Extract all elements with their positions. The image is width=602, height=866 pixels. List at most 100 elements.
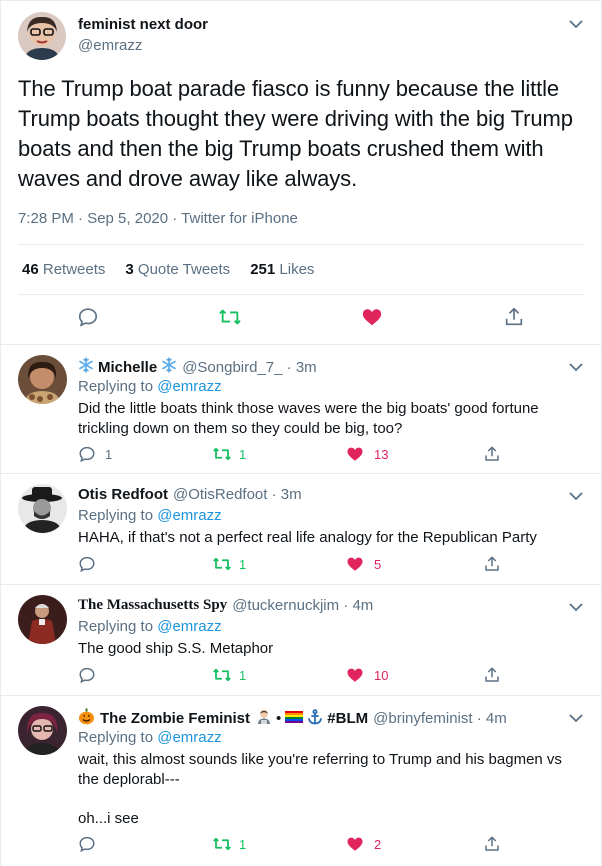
retweets-label: Retweets (42, 261, 106, 278)
avatar[interactable] (18, 595, 67, 644)
reply-text-line: wait, this almost sounds like you're ref… (78, 751, 562, 788)
reply-tweet[interactable]: Michelle @Songbird_7_ · 3m Replying to @… (0, 345, 602, 474)
share-icon[interactable] (483, 445, 501, 463)
reply-icon[interactable] (78, 445, 96, 463)
reply-header: The Zombie Feminist • #BLM @brinyfeminis… (78, 708, 507, 729)
share-icon[interactable] (483, 835, 501, 853)
share-icon[interactable] (503, 306, 525, 328)
quotes-count: 3 (125, 261, 134, 278)
snowflake-icon (161, 357, 177, 377)
main-tweet: feminist next door @emrazz The Trump boa… (0, 0, 602, 345)
replying-prefix: Replying to (78, 729, 154, 746)
quotes-stat[interactable]: 3 Quote Tweets (125, 261, 230, 278)
replying-prefix: Replying to (78, 378, 154, 395)
rainbow-flag-icon (285, 710, 304, 728)
reply-text: The good ship S.S. Metaphor (78, 640, 274, 657)
like-count: 13 (374, 447, 389, 462)
avatar[interactable] (18, 484, 67, 533)
reply-time[interactable]: · 4m (343, 597, 373, 614)
replying-to: Replying to @emrazz (78, 507, 222, 524)
reply-time[interactable]: · 4m (477, 710, 507, 727)
chevron-down-icon[interactable] (568, 488, 584, 504)
reply-author-handle[interactable]: @Songbird_7_ (182, 359, 282, 376)
tweet-text: The Trump boat parade fiasco is funny be… (18, 76, 573, 191)
replying-to-link[interactable]: @emrazz (157, 729, 221, 746)
pumpkin-icon (78, 708, 95, 729)
reply-author-name[interactable]: Otis Redfoot (78, 486, 168, 503)
replying-to-link[interactable]: @emrazz (157, 618, 221, 635)
like-count: 10 (374, 668, 389, 683)
retweet-icon[interactable] (212, 555, 231, 573)
author-name[interactable]: feminist next door (78, 16, 208, 33)
like-icon[interactable] (346, 555, 364, 573)
like-icon[interactable] (361, 306, 383, 328)
reply-text: Did the little boats think those waves w… (78, 400, 539, 437)
reply-text-line: oh...i see (78, 810, 139, 827)
snowflake-icon (78, 357, 94, 377)
reply-icon[interactable] (78, 555, 96, 573)
retweet-count: 1 (239, 447, 247, 462)
engagement-stats: 46 Retweets 3 Quote Tweets 251 Likes (22, 261, 314, 278)
divider (18, 294, 584, 295)
reply-actions: 1 10 (0, 666, 602, 688)
like-count: 5 (374, 557, 382, 572)
avatar[interactable] (18, 706, 67, 755)
retweet-icon[interactable] (218, 306, 241, 328)
like-icon[interactable] (346, 666, 364, 684)
reply-count: 1 (105, 447, 113, 462)
replying-prefix: Replying to (78, 507, 154, 524)
like-icon[interactable] (346, 445, 364, 463)
reply-icon[interactable] (77, 306, 99, 328)
chevron-down-icon[interactable] (568, 359, 584, 375)
reply-tweet[interactable]: The Massachusetts Spy @tuckernuckjim · 4… (0, 585, 602, 696)
reply-author-handle[interactable]: @OtisRedfoot (173, 486, 267, 503)
reply-icon[interactable] (78, 835, 96, 853)
reply-header: Michelle @Songbird_7_ · 3m (78, 357, 317, 377)
separator-dot: • (276, 710, 282, 727)
tweet-timestamp[interactable]: 7:28 PM · Sep 5, 2020 · Twitter for iPho… (18, 210, 298, 227)
retweet-icon[interactable] (212, 445, 231, 463)
like-count: 2 (374, 837, 382, 852)
reply-author-handle[interactable]: @brinyfeminist (373, 710, 472, 727)
replying-to: Replying to @emrazz (78, 618, 222, 635)
replying-prefix: Replying to (78, 618, 154, 635)
chevron-down-icon[interactable] (568, 710, 584, 726)
reply-tweet[interactable]: Otis Redfoot @OtisRedfoot · 3m Replying … (0, 474, 602, 585)
reply-author-name[interactable]: Michelle (98, 359, 157, 376)
likes-stat[interactable]: 251 Likes (250, 261, 314, 278)
replying-to: Replying to @emrazz (78, 729, 222, 746)
reply-header: Otis Redfoot @OtisRedfoot · 3m (78, 486, 302, 503)
retweets-stat[interactable]: 46 Retweets (22, 261, 105, 278)
avatar[interactable] (18, 355, 67, 404)
reply-text: HAHA, if that's not a perfect real life … (78, 529, 537, 546)
reply-tweet[interactable]: The Zombie Feminist • #BLM @brinyfeminis… (0, 696, 602, 866)
chevron-down-icon[interactable] (568, 16, 584, 32)
likes-label: Likes (279, 261, 315, 278)
share-icon[interactable] (483, 666, 501, 684)
retweets-count: 46 (22, 261, 39, 278)
likes-count: 251 (250, 261, 276, 278)
reply-icon[interactable] (78, 666, 96, 684)
anchor-icon (307, 708, 323, 729)
reply-time[interactable]: · 3m (287, 359, 317, 376)
reply-time[interactable]: · 3m (272, 486, 302, 503)
author-handle[interactable]: @emrazz (78, 37, 142, 54)
replying-to-link[interactable]: @emrazz (157, 507, 221, 524)
reply-author-name[interactable]: The Massachusetts Spy (78, 597, 227, 614)
retweet-icon[interactable] (212, 835, 231, 853)
like-icon[interactable] (346, 835, 364, 853)
avatar[interactable] (18, 12, 66, 60)
reply-text: wait, this almost sounds like you're ref… (78, 750, 578, 829)
reply-author-handle[interactable]: @tuckernuckjim (232, 597, 339, 614)
replying-to: Replying to @emrazz (78, 378, 222, 395)
replying-to-link[interactable]: @emrazz (157, 378, 221, 395)
reply-header: The Massachusetts Spy @tuckernuckjim · 4… (78, 597, 373, 614)
technologist-icon (256, 709, 272, 729)
reply-author-name[interactable]: The Zombie Feminist (100, 710, 250, 727)
reply-actions: 1 1 13 (0, 445, 602, 467)
chevron-down-icon[interactable] (568, 599, 584, 615)
share-icon[interactable] (483, 555, 501, 573)
retweet-icon[interactable] (212, 666, 231, 684)
reply-author-hashtag[interactable]: #BLM (327, 710, 368, 727)
